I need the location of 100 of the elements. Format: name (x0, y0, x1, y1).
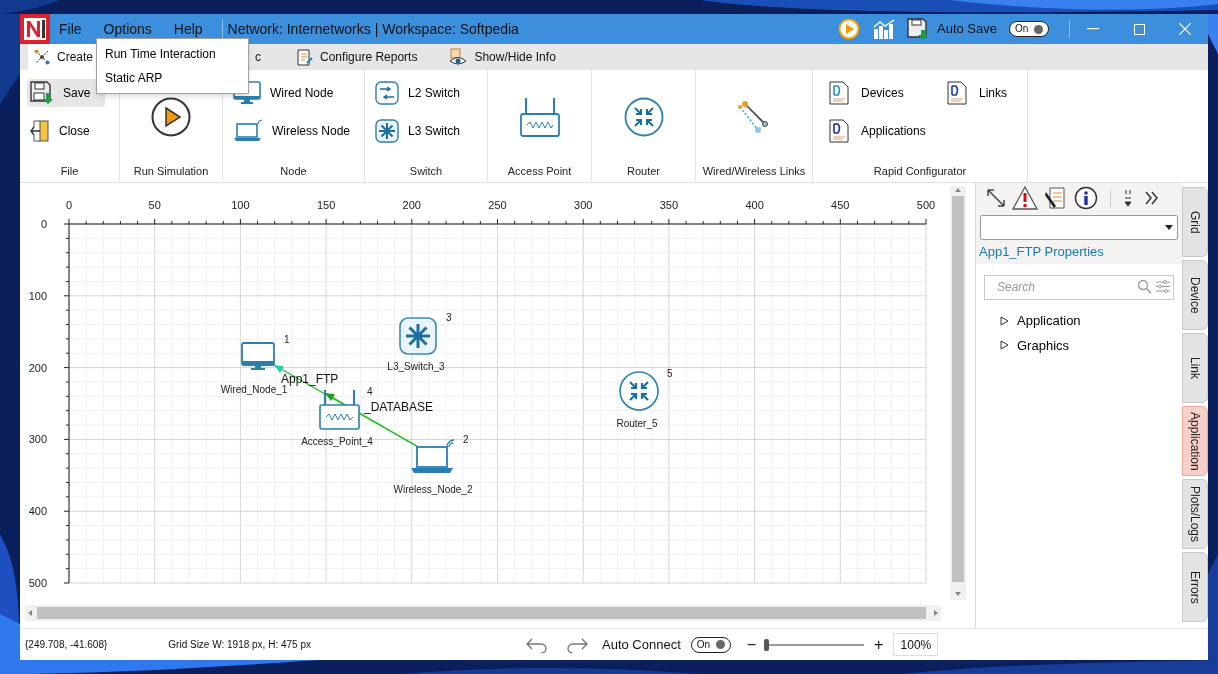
expand-icon[interactable] (1000, 340, 1009, 351)
axis-label: 200 (402, 199, 421, 211)
exit-icon (30, 120, 50, 142)
minimize-icon (1087, 28, 1099, 30)
axis-label: 100 (28, 289, 47, 302)
horizontal-scrollbar[interactable] (25, 605, 941, 621)
ribbon-tab[interactable]: Show/Hide Info (443, 44, 562, 70)
axis-label: 450 (831, 199, 850, 211)
filter-icon[interactable] (1156, 280, 1170, 293)
axis-label: 200 (28, 361, 47, 374)
menu-item[interactable]: Options (94, 14, 161, 44)
maximize-icon (1133, 23, 1145, 35)
save-icon[interactable] (907, 18, 929, 40)
side-tab[interactable]: Errors (1182, 552, 1208, 622)
node-number: 1 (284, 334, 290, 345)
report-icon (295, 48, 314, 66)
zoom-in-button[interactable]: + (874, 636, 884, 653)
resize-arrows-icon[interactable] (986, 187, 1006, 208)
axis-label: 50 (148, 199, 161, 211)
laptop-icon (233, 119, 263, 143)
undo-icon[interactable] (526, 636, 548, 653)
side-tab[interactable]: Application (1182, 406, 1208, 476)
save-icon (30, 81, 54, 105)
group-label: File (60, 163, 79, 179)
asterisk-switch-icon[interactable] (399, 317, 437, 355)
side-tab[interactable]: Plots/Logs (1182, 479, 1208, 549)
chart-icon[interactable] (873, 19, 895, 39)
group-label: Run Simulation (133, 163, 209, 179)
monitor-icon[interactable] (241, 342, 275, 370)
flow-label: _DATABASE (364, 400, 433, 414)
expand-icon[interactable] (1000, 315, 1009, 326)
sort-icon[interactable] (1123, 187, 1133, 208)
double-chevron-icon[interactable] (1145, 190, 1159, 205)
search-field[interactable]: Search (984, 274, 1174, 300)
axis-label: 300 (28, 433, 47, 446)
access-point-icon[interactable] (319, 389, 360, 430)
router-icon (623, 96, 664, 137)
node-label: Wired_Node_1 (220, 384, 288, 395)
ribbon-button[interactable]: Applications (829, 117, 947, 145)
node-number: 2 (463, 434, 469, 445)
side-tab[interactable]: Link (1182, 333, 1208, 403)
group-label: Node (280, 163, 307, 179)
tree-item[interactable]: Application (1017, 311, 1081, 331)
axis-label: 100 (231, 199, 250, 211)
warning-icon[interactable] (1012, 185, 1038, 210)
logo-icon (20, 14, 50, 44)
ribbon-tab[interactable]: c (249, 44, 268, 70)
search-icon[interactable] (1137, 279, 1152, 294)
node-label: L3_Switch_3 (387, 361, 445, 372)
menu-item[interactable]: Help (164, 14, 212, 44)
notes-icon[interactable] (1044, 185, 1068, 210)
zoom-field[interactable]: 100% (893, 633, 939, 656)
document-icon (947, 81, 967, 105)
side-tab[interactable]: Device (1182, 260, 1208, 330)
laptop-icon[interactable] (411, 439, 455, 473)
menu-item[interactable]: File (50, 14, 91, 44)
node-number: 5 (667, 368, 673, 379)
ribbon-button[interactable]: Save (27, 79, 105, 107)
ribbon-button[interactable]: Devices (829, 79, 947, 107)
zoom-slider[interactable] (764, 638, 865, 651)
caret-icon (1165, 225, 1173, 230)
play-icon (151, 96, 191, 137)
side-tab[interactable]: Grid (1182, 187, 1208, 257)
tree-item[interactable]: Graphics (1017, 335, 1070, 355)
slider-thumb[interactable] (764, 638, 770, 651)
group-label: Switch (409, 163, 443, 179)
axis-label: 0 (65, 199, 73, 211)
group-label: Wired/Wireless Links (702, 163, 806, 179)
axis-label: 300 (574, 199, 593, 211)
toggle-switch[interactable]: On (1009, 21, 1049, 37)
info-icon[interactable] (1074, 185, 1098, 210)
play-icon[interactable] (838, 18, 860, 40)
dropdown-field[interactable] (980, 215, 1178, 240)
node-number: 3 (446, 312, 452, 323)
axis-label: 350 (659, 199, 679, 211)
auto-connect-label: Auto Connect (602, 635, 681, 654)
ribbon-tab[interactable]: Configure Reports (289, 44, 424, 70)
ribbon-button[interactable]: L3 Switch (372, 117, 480, 145)
link-icon (737, 99, 771, 134)
vertical-scrollbar[interactable] (950, 186, 966, 600)
toggle-switch[interactable]: On (690, 636, 731, 653)
eye-icon (449, 48, 468, 66)
ribbon-button[interactable]: Close (27, 117, 112, 145)
ribbon-button[interactable]: Links (947, 79, 1027, 107)
axis-label: 500 (28, 577, 47, 589)
zoom-out-button[interactable]: − (746, 636, 757, 653)
ribbon-button[interactable]: Wireless Node (230, 117, 357, 145)
axis-label: 400 (745, 199, 764, 211)
axis-label: 500 (916, 199, 936, 211)
network-icon (34, 49, 50, 65)
redo-icon[interactable] (566, 636, 588, 653)
window-title: Network: Internetworks | Workspace: Softpedia (227, 19, 519, 39)
ribbon-button[interactable]: L2 Switch (372, 79, 480, 107)
menu-item[interactable]: Run Time Interaction (97, 42, 248, 66)
router-icon[interactable] (619, 371, 659, 411)
node-label: Router_5 (616, 418, 658, 429)
properties-title: App1_FTP Properties (979, 243, 1104, 262)
axis-label: 150 (316, 199, 336, 211)
document-icon (829, 119, 849, 143)
grid-size-text: Grid Size W: 1918 px, H: 475 px (168, 638, 311, 652)
